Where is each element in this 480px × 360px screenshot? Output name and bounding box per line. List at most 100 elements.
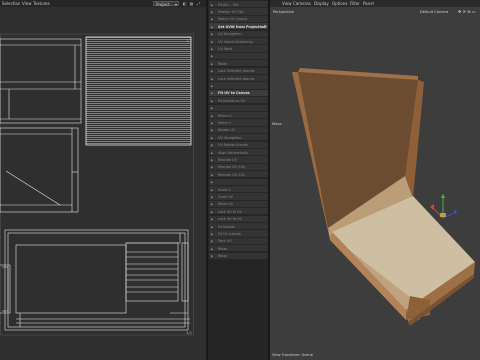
- tool-item-label: Lock UV to UV: [218, 209, 242, 214]
- tool-item[interactable]: ▶: [209, 104, 269, 112]
- transform-gizmo: [430, 194, 457, 219]
- tool-item[interactable]: ▶ UV Island Stretching: [209, 38, 269, 46]
- tool-item[interactable]: ▶ Rescale UV (UV): [209, 171, 269, 179]
- tool-item[interactable]: ▶: [209, 178, 269, 186]
- tool-item[interactable]: ▶ Fit Ally - Set: [209, 1, 269, 9]
- tool-item-label: Rotate UV: [218, 128, 235, 133]
- tool-item[interactable]: ▶ Fit Islands to UV: [209, 97, 269, 105]
- expand-arrow-icon[interactable]: ▶: [211, 128, 213, 132]
- uv-menu-view[interactable]: View: [22, 1, 32, 6]
- pizza-box-model[interactable]: [270, 0, 480, 360]
- tool-item-label: Rescale UV (UV): [218, 172, 246, 177]
- expand-arrow-icon[interactable]: ▶: [211, 232, 213, 236]
- tool-item[interactable]: ▶ Fit Islands: [209, 223, 269, 231]
- expand-arrow-icon[interactable]: ▶: [211, 62, 213, 66]
- tool-item[interactable]: ▶ Mirror U: [209, 112, 269, 120]
- tool-item[interactable]: ▶ UV Rotate Islands: [209, 141, 269, 149]
- tool-item[interactable]: ▶ Lock UV to UV: [209, 208, 269, 216]
- tool-item-label: Mirror V: [218, 120, 232, 125]
- expand-arrow-icon[interactable]: ▶: [211, 143, 213, 147]
- expand-arrow-icon[interactable]: ▶: [211, 54, 213, 58]
- tool-item[interactable]: ▶ Fit UV Islands: [209, 230, 269, 238]
- expand-arrow-icon[interactable]: ▶: [211, 69, 213, 73]
- tool-item[interactable]: ▶ Set UVW from Projection ⚙: [209, 23, 269, 31]
- tool-item[interactable]: ▶ Lock Selected Islands: [209, 67, 269, 75]
- grid-icon[interactable]: ▦: [189, 1, 194, 6]
- tool-item[interactable]: ▶ Rescale UV (UV): [209, 163, 269, 171]
- expand-arrow-icon[interactable]: ▶: [211, 151, 213, 155]
- expand-arrow-icon[interactable]: ▶: [211, 247, 213, 251]
- expand-arrow-icon[interactable]: ▶: [211, 25, 213, 29]
- tool-item[interactable]: ▶: [209, 82, 269, 90]
- tool-item[interactable]: ▶ Move UV: [209, 200, 269, 208]
- expand-arrow-icon[interactable]: ▶: [211, 114, 213, 118]
- expand-arrow-icon[interactable]: ▶: [211, 91, 213, 95]
- tool-item-label: Fit Ally - Set: [218, 2, 239, 7]
- expand-arrow-icon[interactable]: ▶: [211, 32, 213, 36]
- tool-item[interactable]: ▶ UV Weld: [209, 45, 269, 53]
- expand-arrow-icon[interactable]: ▶: [211, 158, 213, 162]
- tool-item[interactable]: ▶ Scale U: [209, 186, 269, 194]
- uv-island-base: [0, 229, 190, 331]
- viewport-3d[interactable]: View Cameras Display Options Filter Pane…: [270, 0, 480, 360]
- tool-item[interactable]: ▶ Relax: [209, 60, 269, 68]
- expand-arrow-icon[interactable]: ▶: [211, 173, 213, 177]
- tool-item-label: Move UV: [218, 202, 233, 207]
- tool-item-label: Realign UV Flip: [218, 9, 244, 14]
- expand-arrow-icon[interactable]: ▶: [211, 47, 213, 51]
- tool-item-label: Scale UV: [218, 194, 234, 199]
- tool-item[interactable]: ▶ Rotate UV: [209, 126, 269, 134]
- expand-arrow-icon[interactable]: ▶: [211, 188, 213, 192]
- uv-mode-dropdown[interactable]: Project ▾: [153, 1, 179, 7]
- uv-menubar: Selection View Textures Project ▾ ◧ ▦ ⤢: [0, 0, 206, 7]
- tool-item[interactable]: ▶ Fit UV to Canvas: [209, 89, 269, 97]
- expand-arrow-icon[interactable]: ▶: [211, 202, 213, 206]
- expand-arrow-icon[interactable]: ▶: [211, 180, 213, 184]
- tool-item[interactable]: ▶ Relax: [209, 252, 269, 260]
- uv-menu-selection[interactable]: Selection: [2, 1, 20, 6]
- uv-canvas[interactable]: 1,1 1,0: [0, 7, 206, 360]
- expand-arrow-icon[interactable]: ▶: [211, 195, 213, 199]
- tool-item[interactable]: ▶ Relax: [209, 245, 269, 253]
- tool-item[interactable]: ▶ Lock Selected Islands: [209, 75, 269, 83]
- tool-item-label: Fit UV to Canvas: [218, 91, 250, 96]
- tool-item[interactable]: ▶ Rescale UV: [209, 156, 269, 164]
- tool-item[interactable]: ▶ Align Horizontally: [209, 149, 269, 157]
- expand-arrow-icon[interactable]: ▶: [211, 10, 213, 14]
- tool-item[interactable]: ▶: [209, 52, 269, 60]
- tool-item[interactable]: ▶ Realign UV Flip: [209, 8, 269, 16]
- expand-arrow-icon[interactable]: ▶: [211, 99, 213, 103]
- tool-item[interactable]: ▶ Pack UV: [209, 237, 269, 245]
- expand-arrow-icon[interactable]: ▶: [211, 106, 213, 110]
- expand-arrow-icon[interactable]: ▶: [211, 210, 213, 214]
- tool-item[interactable]: ▶ Scale UV: [209, 193, 269, 201]
- expand-arrow-icon[interactable]: ▶: [211, 40, 213, 44]
- expand-arrow-icon[interactable]: ▶: [211, 217, 213, 221]
- tool-item-label: Fit UV Islands: [218, 231, 241, 236]
- tool-item-label: Lock UV to UV: [218, 217, 242, 222]
- lock-icon[interactable]: ◧: [182, 1, 187, 6]
- expand-arrow-icon[interactable]: ▶: [211, 165, 213, 169]
- expand-arrow-icon[interactable]: ▶: [211, 77, 213, 81]
- tool-item[interactable]: ▶ Lock UV to UV: [209, 215, 269, 223]
- tool-item[interactable]: ▶ UV Straighten: [209, 30, 269, 38]
- expand-arrow-icon[interactable]: ▶: [211, 239, 213, 243]
- expand-arrow-icon[interactable]: ▶: [211, 84, 213, 88]
- expand-arrow-icon[interactable]: ▶: [211, 17, 213, 21]
- expand-arrow-icon[interactable]: ▶: [211, 136, 213, 140]
- expand-arrow-icon[interactable]: ▶: [211, 254, 213, 258]
- tool-item-label: UV Straighten: [218, 32, 242, 37]
- tool-item-label: Relax: [218, 61, 228, 66]
- gear-icon[interactable]: ⚙: [263, 24, 267, 29]
- uv-island-side: [0, 127, 79, 213]
- tool-item-label: Lock Selected Islands: [218, 76, 255, 81]
- expand-arrow-icon[interactable]: ▶: [211, 121, 213, 125]
- tool-item[interactable]: ▶ Mirror V: [209, 119, 269, 127]
- expand-arrow-icon[interactable]: ▶: [211, 3, 213, 7]
- fit-view-icon[interactable]: ⤢: [196, 1, 201, 6]
- uv-label-top-right: 1,1: [186, 39, 192, 43]
- tool-item[interactable]: ▶ Match UV Layout: [209, 15, 269, 23]
- expand-arrow-icon[interactable]: ▶: [211, 225, 213, 229]
- uv-menu-textures[interactable]: Textures: [33, 1, 50, 6]
- tool-item[interactable]: ▶ UV Straighten: [209, 134, 269, 142]
